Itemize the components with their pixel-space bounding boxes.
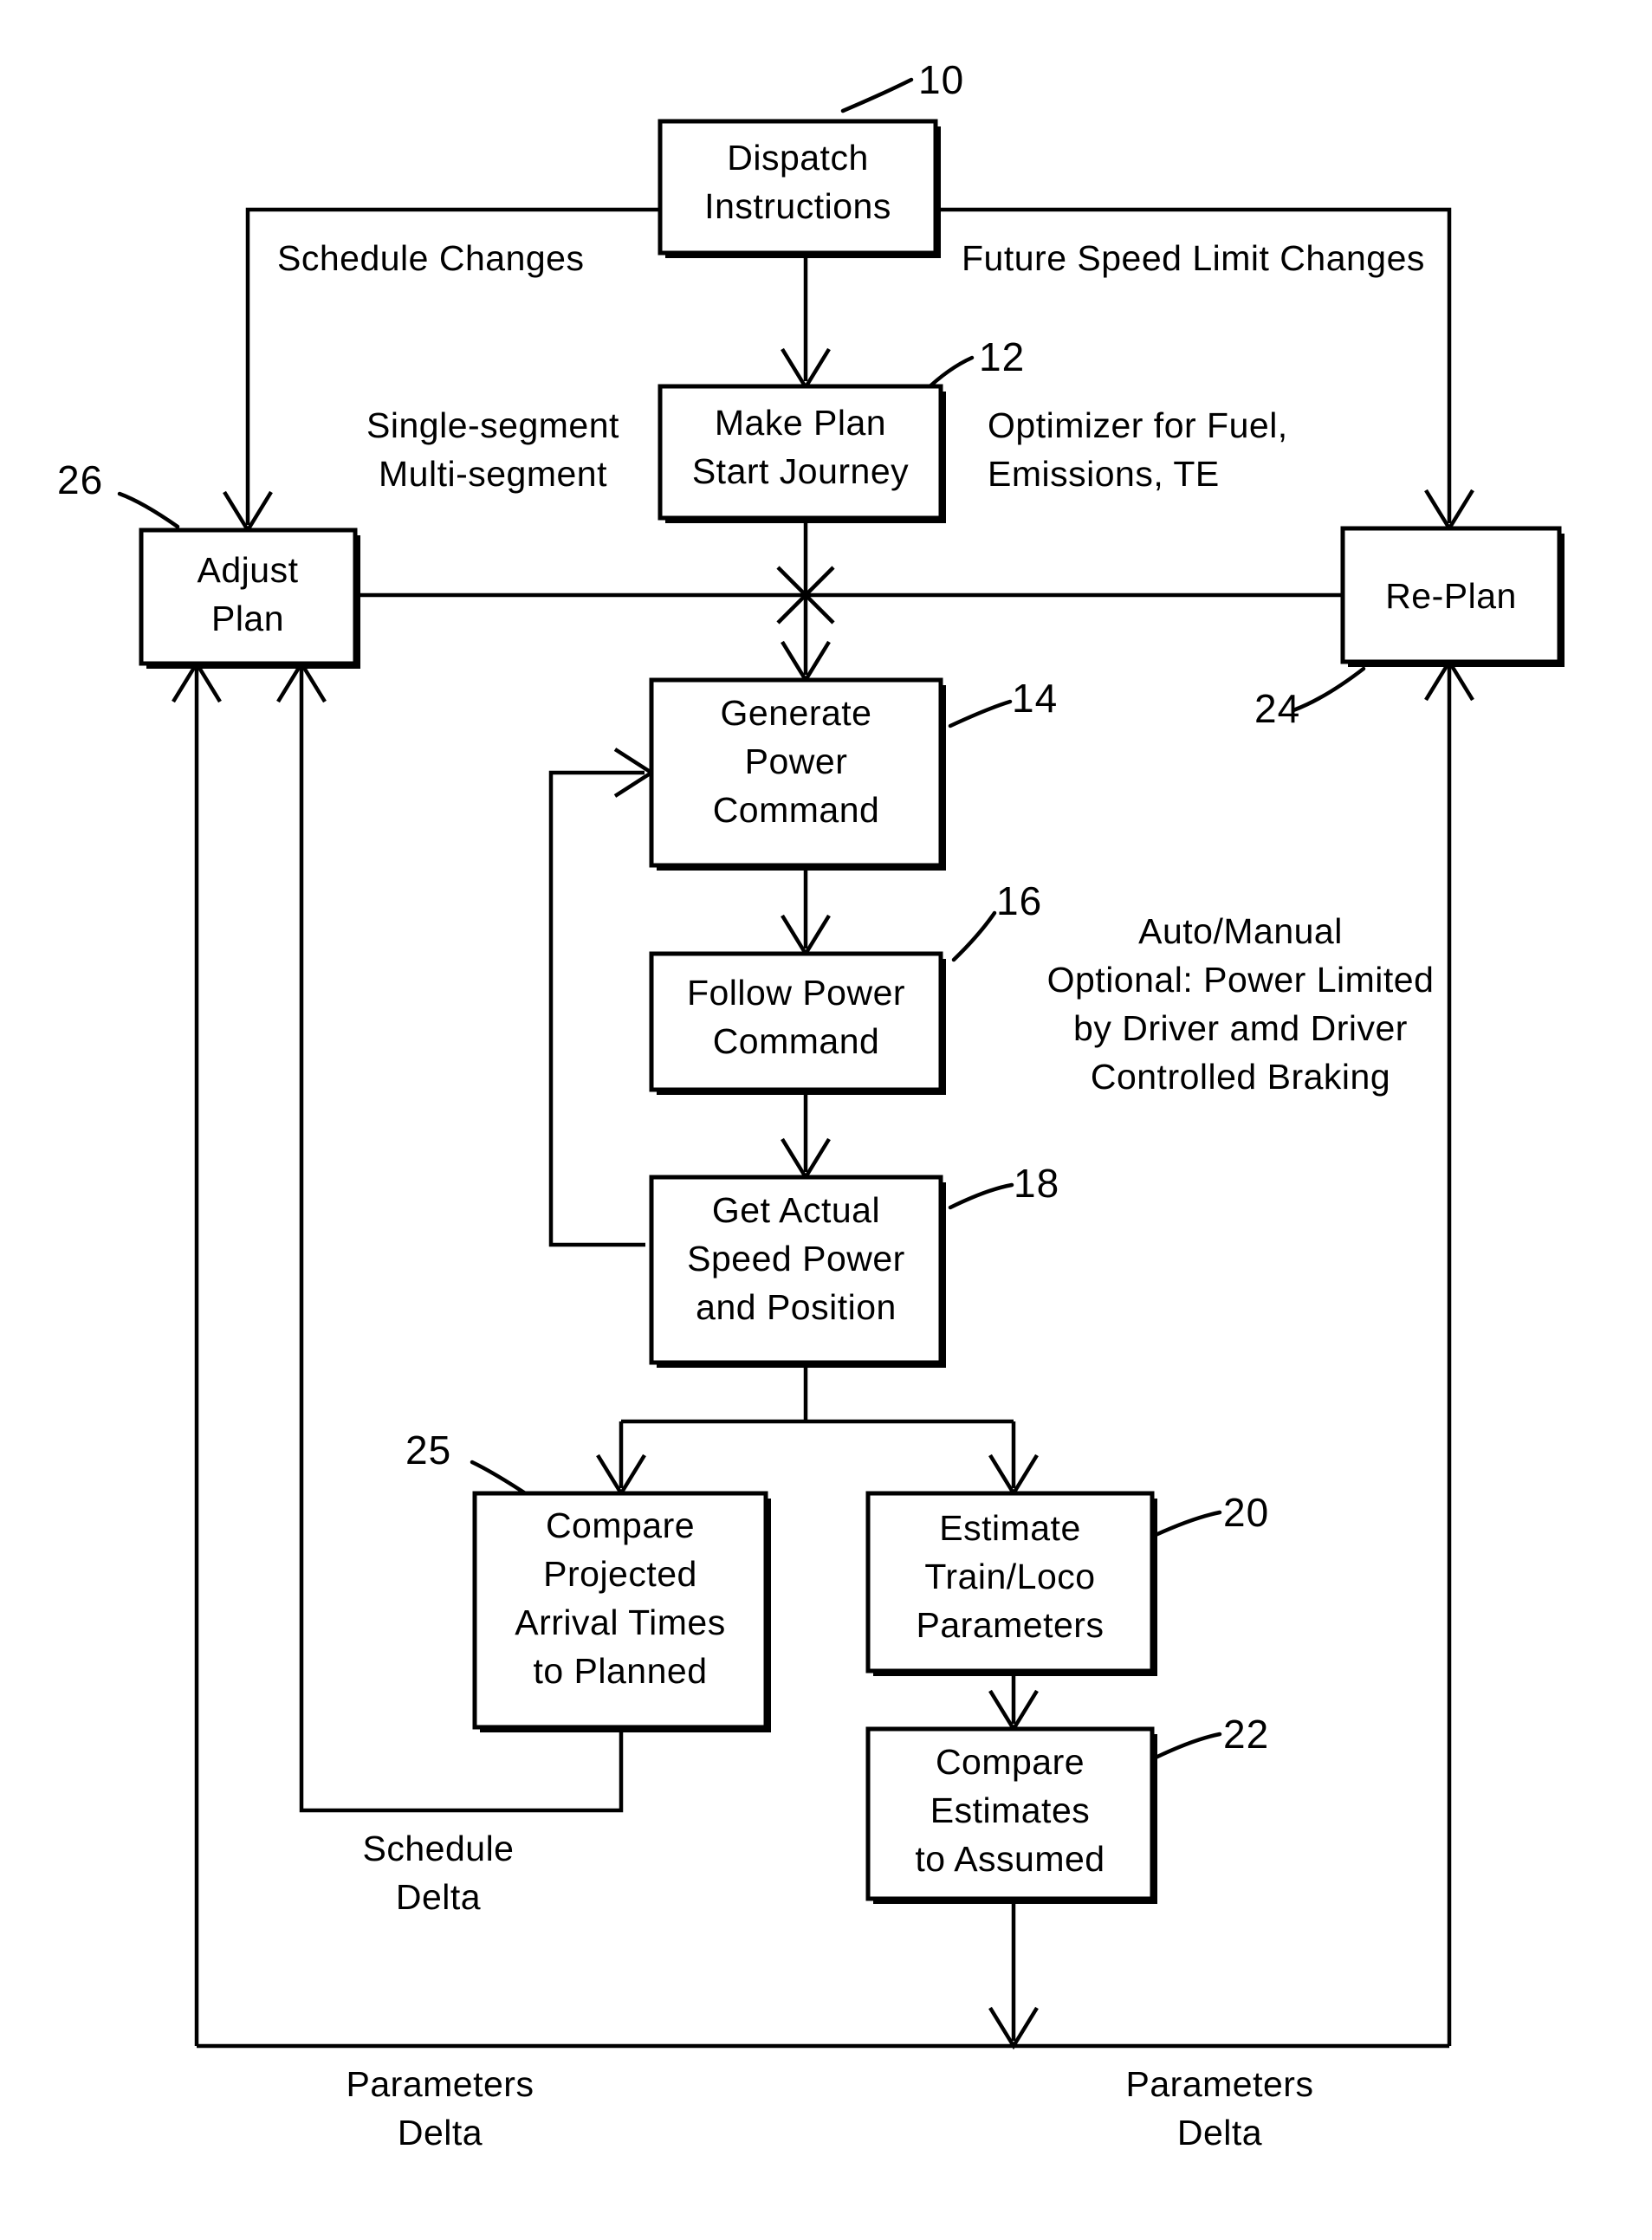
box-estimate-line-2: Parameters <box>917 1605 1105 1645</box>
annotation-auto-manual-line-0: Auto/Manual <box>1138 911 1343 951</box>
box-makeplan-line-0: Make Plan <box>715 403 886 443</box>
annotation-optimizer-line-1: Emissions, TE <box>988 454 1220 494</box>
box-compare-projected-arrival-times[interactable]: Compare Projected Arrival Times to Plann… <box>472 1491 771 1732</box>
box-comparearrival-line-0: Compare <box>546 1505 695 1545</box>
box-generate-line-2: Command <box>713 790 880 830</box>
annotation-schedule-delta-line-0: Schedule <box>363 1829 515 1868</box>
annotation-parameters-delta-right-line-1: Delta <box>1177 2113 1262 2153</box>
box-adjustplan-line-1: Plan <box>211 599 284 638</box>
box-getactual-line-2: and Position <box>696 1287 897 1327</box>
box-get-actual-speed-power-position[interactable]: Get Actual Speed Power and Position <box>649 1175 946 1368</box>
annotation-segment-mode: Single-segment Multi-segment <box>366 405 619 494</box>
box-compareest-line-1: Estimates <box>930 1790 1091 1830</box>
annotation-future-speed-limit-changes: Future Speed Limit Changes <box>962 238 1425 278</box>
ref-numeral-26: 26 <box>57 457 103 502</box>
box-replan-line-0: Re-Plan <box>1385 576 1517 616</box>
annotation-schedule-delta-line-1: Delta <box>396 1877 481 1917</box>
box-comparearrival-line-3: to Planned <box>533 1651 707 1691</box>
box-comparearrival-line-1: Projected <box>543 1554 697 1594</box>
box-re-plan[interactable]: Re-Plan <box>1340 526 1565 667</box>
box-getactual-line-1: Speed Power <box>687 1239 905 1279</box>
box-generate-power-command[interactable]: Generate Power Command <box>649 677 946 871</box>
leader-20 <box>1153 1510 1222 1538</box>
box-comparearrival-line-2: Arrival Times <box>515 1602 725 1642</box>
box-adjustplan-line-0: Adjust <box>198 550 299 590</box>
box-follow-line-0: Follow Power <box>687 973 905 1013</box>
ref-numeral-22: 22 <box>1223 1712 1269 1757</box>
box-follow-line-1: Command <box>713 1021 880 1061</box>
annotation-auto-manual-line-2: by Driver amd Driver <box>1073 1008 1408 1048</box>
ref-numeral-24: 24 <box>1254 686 1300 731</box>
flowchart-canvas: Dispatch Instructions 10 Make Plan Start… <box>57 57 1565 2153</box>
ref-numeral-20: 20 <box>1223 1490 1269 1535</box>
box-compareest-line-2: to Assumed <box>915 1839 1105 1879</box>
annotation-schedule-changes: Schedule Changes <box>277 238 584 278</box>
box-compareest-line-0: Compare <box>936 1742 1085 1782</box>
annotation-optimizer: Optimizer for Fuel, Emissions, TE <box>988 405 1288 494</box>
box-estimate-train-loco-parameters[interactable]: Estimate Train/Loco Parameters <box>865 1491 1157 1676</box>
ref-numeral-25: 25 <box>405 1428 451 1473</box>
leader-16 <box>951 910 997 962</box>
leader-14 <box>948 699 1013 728</box>
box-generate-line-0: Generate <box>721 693 872 733</box>
annotation-optimizer-line-0: Optimizer for Fuel, <box>988 405 1288 445</box>
edge-getactual-feedback-loop <box>548 770 645 1247</box>
leader-10 <box>840 77 914 113</box>
annotation-segment-mode-line-0: Single-segment <box>366 405 619 445</box>
leader-18 <box>948 1182 1014 1210</box>
box-compare-estimates-to-assumed[interactable]: Compare Estimates to Assumed <box>865 1726 1157 1904</box>
box-dispatch-line-1: Instructions <box>704 186 891 226</box>
box-adjust-plan[interactable]: Adjust Plan <box>139 528 360 669</box>
annotation-schedule-delta: Schedule Delta <box>363 1829 515 1917</box>
ref-numeral-16: 16 <box>996 878 1042 923</box>
annotation-auto-manual-line-3: Controlled Braking <box>1091 1057 1390 1097</box>
box-estimate-line-1: Train/Loco <box>924 1557 1095 1596</box>
annotation-segment-mode-line-1: Multi-segment <box>379 454 607 494</box>
box-makeplan-line-1: Start Journey <box>692 451 909 491</box>
annotation-auto-manual-line-1: Optional: Power Limited <box>1047 960 1435 1000</box>
box-dispatch-line-0: Dispatch <box>727 138 869 178</box>
box-make-plan-start-journey[interactable]: Make Plan Start Journey <box>658 384 946 523</box>
annotation-auto-manual: Auto/Manual Optional: Power Limited by D… <box>1047 911 1435 1097</box>
annotation-parameters-delta-left: Parameters Delta <box>347 2064 534 2153</box>
box-follow-power-command[interactable]: Follow Power Command <box>649 951 946 1095</box>
annotation-parameters-delta-left-line-1: Delta <box>398 2113 483 2153</box>
leader-22 <box>1153 1732 1222 1760</box>
box-estimate-line-0: Estimate <box>939 1508 1081 1548</box>
leader-24 <box>1291 666 1366 713</box>
ref-numeral-10: 10 <box>918 57 964 102</box>
box-generate-line-1: Power <box>745 741 848 781</box>
box-dispatch-instructions[interactable]: Dispatch Instructions <box>658 119 941 258</box>
box-getactual-line-0: Get Actual <box>712 1190 880 1230</box>
annotation-parameters-delta-right-line-0: Parameters <box>1126 2064 1314 2104</box>
leader-25 <box>470 1460 532 1499</box>
leader-26 <box>117 491 180 529</box>
ref-numeral-18: 18 <box>1014 1161 1059 1206</box>
ref-numeral-12: 12 <box>979 334 1025 379</box>
annotation-parameters-delta-left-line-0: Parameters <box>347 2064 534 2104</box>
ref-numeral-14: 14 <box>1012 676 1058 721</box>
patent-figure: Dispatch Instructions 10 Make Plan Start… <box>0 0 1652 2240</box>
annotation-parameters-delta-right: Parameters Delta <box>1126 2064 1314 2153</box>
